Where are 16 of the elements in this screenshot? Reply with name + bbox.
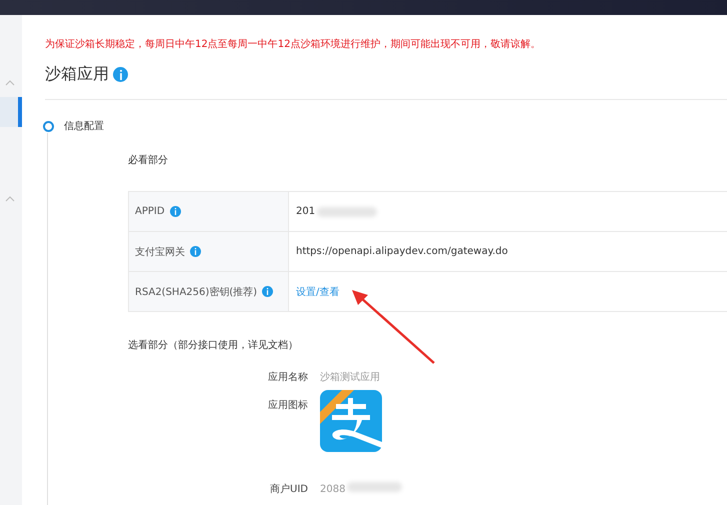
- field-label: APPID: [135, 206, 165, 217]
- value-text: https://openapi.alipaydev.com/gateway.do: [296, 246, 508, 257]
- redacted-value: 2088: [320, 484, 346, 495]
- maintenance-notice: 为保证沙箱长期稳定，每周日中午12点至每周一中午12点沙箱环境进行维护，期间可能出现不可用，敬请谅解。: [45, 38, 542, 51]
- field-label: 应用图标: [267, 398, 308, 412]
- section-title: 必看部分: [128, 154, 169, 167]
- set-view-link[interactable]: 设置/查看: [296, 284, 340, 298]
- redacted-value: 201: [296, 206, 316, 217]
- field-label: 应用名称: [267, 370, 308, 384]
- value-text: 沙箱测试应用: [320, 372, 380, 383]
- field-label: 支付宝网关: [135, 246, 185, 258]
- field-label: 商户UID: [269, 482, 308, 496]
- page-title: 沙箱应用: [45, 64, 109, 85]
- field-label: RSA2(SHA256)密钥(推荐): [135, 286, 258, 298]
- step-label: 信息配置: [64, 120, 104, 133]
- section-title: 选看部分（部分接口使用，详见文档）: [128, 338, 299, 352]
